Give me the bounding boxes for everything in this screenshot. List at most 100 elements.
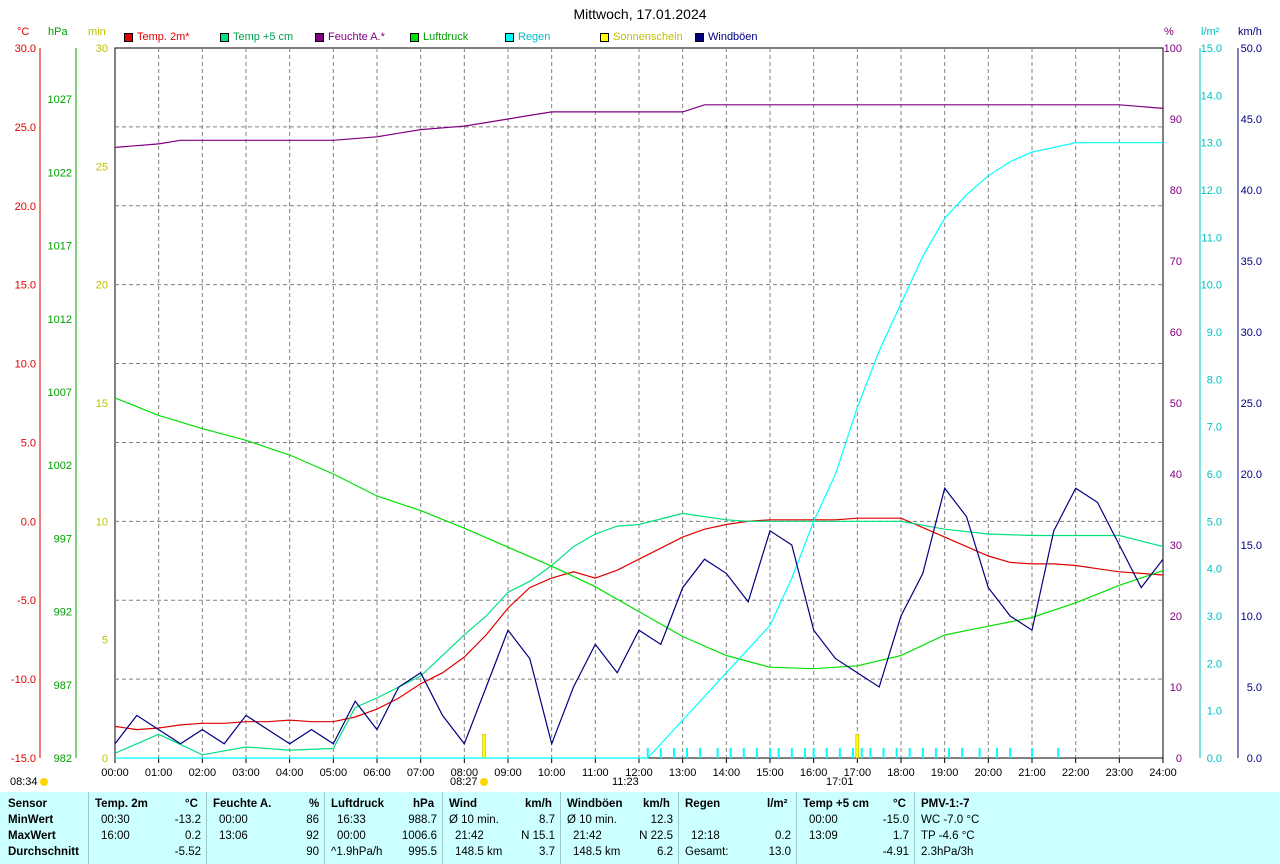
stats-col-sensor: Sensor MinWert MaxWert Durchschnitt xyxy=(0,792,88,864)
stats-time: Ø 10 min. xyxy=(449,814,499,826)
stats-value: 988.7 xyxy=(408,814,437,826)
temp-tick-label: -15.0 xyxy=(11,753,36,765)
chart-svg: 00:00 01:00 02:00 03:00 04:00 05:00 06:00 07:00… xyxy=(11,43,1262,779)
stats-time: 13:06 xyxy=(219,830,248,842)
pressure-tick-label: 982 xyxy=(54,753,72,765)
temp-tick-label: 30.0 xyxy=(15,43,36,55)
stats-unit: hPa xyxy=(413,798,435,810)
sun-bar xyxy=(482,734,486,759)
stats-col-gusts: Windböen km/h Ø 10 min. 12.3 21:42 N 22.… xyxy=(560,792,679,864)
sunset-note: 17:01 xyxy=(826,776,854,788)
rain-tick-label: 5.0 xyxy=(1207,516,1222,528)
stats-unit: km/h xyxy=(525,798,552,810)
stats-header: Regen xyxy=(685,798,721,810)
stats-distance: 148.5 km xyxy=(573,846,621,858)
pressure-tick-label: 1012 xyxy=(48,314,72,326)
stats-time: 00:30 xyxy=(101,814,130,826)
stats-unit: % xyxy=(309,798,320,810)
stats-distance: 148.5 km xyxy=(455,846,503,858)
stats-time: Ø 10 min. xyxy=(567,814,617,826)
stats-value: -4.91 xyxy=(882,846,909,858)
x-tick-label: 02:00 xyxy=(189,767,217,779)
sun-tick-label: 5 xyxy=(102,635,108,647)
humidity-tick-label: 30 xyxy=(1170,540,1182,552)
stats-value: 90 xyxy=(306,846,319,858)
x-tick-label: 11:00 xyxy=(582,767,609,779)
wind-tick-label: 35.0 xyxy=(1241,256,1262,268)
sun-icon xyxy=(39,778,48,786)
stats-row-label: MaxWert xyxy=(8,830,56,842)
rain-tick-label: 2.0 xyxy=(1207,658,1222,670)
stats-header: Temp +5 cm xyxy=(803,798,869,810)
stats-value: N 15.1 xyxy=(521,830,555,842)
sun-tick-label: 20 xyxy=(96,280,108,292)
humidity-tick-label: 80 xyxy=(1170,185,1182,197)
stats-value: 0.2 xyxy=(185,830,201,842)
stats-value: 12.3 xyxy=(650,814,673,826)
rain-tick-label: 9.0 xyxy=(1207,327,1222,339)
sunrise-chart-note: 08:27 xyxy=(450,776,488,788)
sunset-time: 17:01 xyxy=(826,776,854,788)
x-tick-label: 13:00 xyxy=(669,767,697,779)
rain-tick-label: 13.0 xyxy=(1201,138,1222,150)
x-tick-label: 05:00 xyxy=(320,767,348,779)
stats-header: Windböen xyxy=(567,798,623,810)
x-tick-label: 18:00 xyxy=(887,767,915,779)
sun-tick-label: 10 xyxy=(96,516,108,528)
stats-unit: °C xyxy=(893,798,906,810)
humidity-tick-label: 100 xyxy=(1164,43,1182,55)
stats-value: N 22.5 xyxy=(639,830,673,842)
x-tick-label: 22:00 xyxy=(1062,767,1090,779)
pressure-tick-label: 1007 xyxy=(48,387,72,399)
rain-tick-label: 15.0 xyxy=(1201,43,1222,55)
stats-value: -13.2 xyxy=(174,814,201,826)
humidity-tick-label: 20 xyxy=(1170,611,1182,623)
pressure-tick-label: 997 xyxy=(54,533,72,545)
wind-tick-label: 5.0 xyxy=(1247,682,1262,694)
stats-value: 995.5 xyxy=(408,846,437,858)
stats-value: -5.52 xyxy=(174,846,201,858)
stats-time: 16:33 xyxy=(337,814,366,826)
pressure-tick-label: 987 xyxy=(54,680,72,692)
stats-unit: °C xyxy=(185,798,198,810)
wind-tick-label: 0.0 xyxy=(1247,753,1262,765)
stats-value: 1006.6 xyxy=(401,830,437,842)
stats-header: Luftdruck xyxy=(331,798,385,810)
rain-tick-label: 0.0 xyxy=(1207,753,1222,765)
humidity-tick-label: 40 xyxy=(1170,469,1182,481)
stats-time: 21:42 xyxy=(573,830,602,842)
humidity-tick-label: 0 xyxy=(1176,753,1182,765)
temp-tick-label: 25.0 xyxy=(15,122,36,134)
wind-tick-label: 25.0 xyxy=(1241,398,1262,410)
pressure-tick-label: 1017 xyxy=(48,241,72,253)
stats-col-temp2m: Temp. 2m °C 00:30 -13.2 16:00 0.2 -5.52 xyxy=(88,792,207,864)
wind-tick-label: 20.0 xyxy=(1241,469,1262,481)
wind-tick-label: 10.0 xyxy=(1241,611,1262,623)
wind-tick-label: 45.0 xyxy=(1241,114,1262,126)
temp-tick-label: 0.0 xyxy=(21,516,36,528)
x-tick-label: 19:00 xyxy=(931,767,959,779)
stats-row-label: MinWert xyxy=(8,814,54,826)
rain-tick-label: 10.0 xyxy=(1201,280,1222,292)
stats-value: 3.7 xyxy=(539,846,555,858)
stats-time: 00:00 xyxy=(337,830,366,842)
stats-col-temp5cm: Temp +5 cm °C 00:00 -15.0 13:09 1.7 -4.9… xyxy=(796,792,915,864)
pressure-tick-label: 1022 xyxy=(48,167,72,179)
sun-tick-label: 30 xyxy=(96,43,108,55)
humidity-tick-label: 60 xyxy=(1170,327,1182,339)
stats-col-rain: Regen l/m² 12:18 0.2 Gesamt: 13.0 xyxy=(678,792,797,864)
stats-time: 12:18 xyxy=(691,830,720,842)
sun-bar xyxy=(855,734,860,759)
stats-value: 92 xyxy=(306,830,319,842)
x-tick-label: 24:00 xyxy=(1149,767,1177,779)
stats-col-pmv: PMV-1:-7 WC -7.0 °C TP -4.6 °C 2.3hPa/3h xyxy=(914,792,1035,864)
humidity-tick-label: 50 xyxy=(1170,398,1182,410)
humidity-tick-label: 10 xyxy=(1170,682,1182,694)
temp-tick-label: 10.0 xyxy=(15,359,36,371)
sun-tick-label: 25 xyxy=(96,161,108,173)
sunrise-time: 08:34 xyxy=(10,776,38,788)
stats-dewpoint: TP -4.6 °C xyxy=(921,830,975,842)
temp-tick-label: -10.0 xyxy=(11,674,36,686)
rain-tick-label: 3.0 xyxy=(1207,611,1222,623)
rain-tick-label: 11.0 xyxy=(1201,232,1222,244)
